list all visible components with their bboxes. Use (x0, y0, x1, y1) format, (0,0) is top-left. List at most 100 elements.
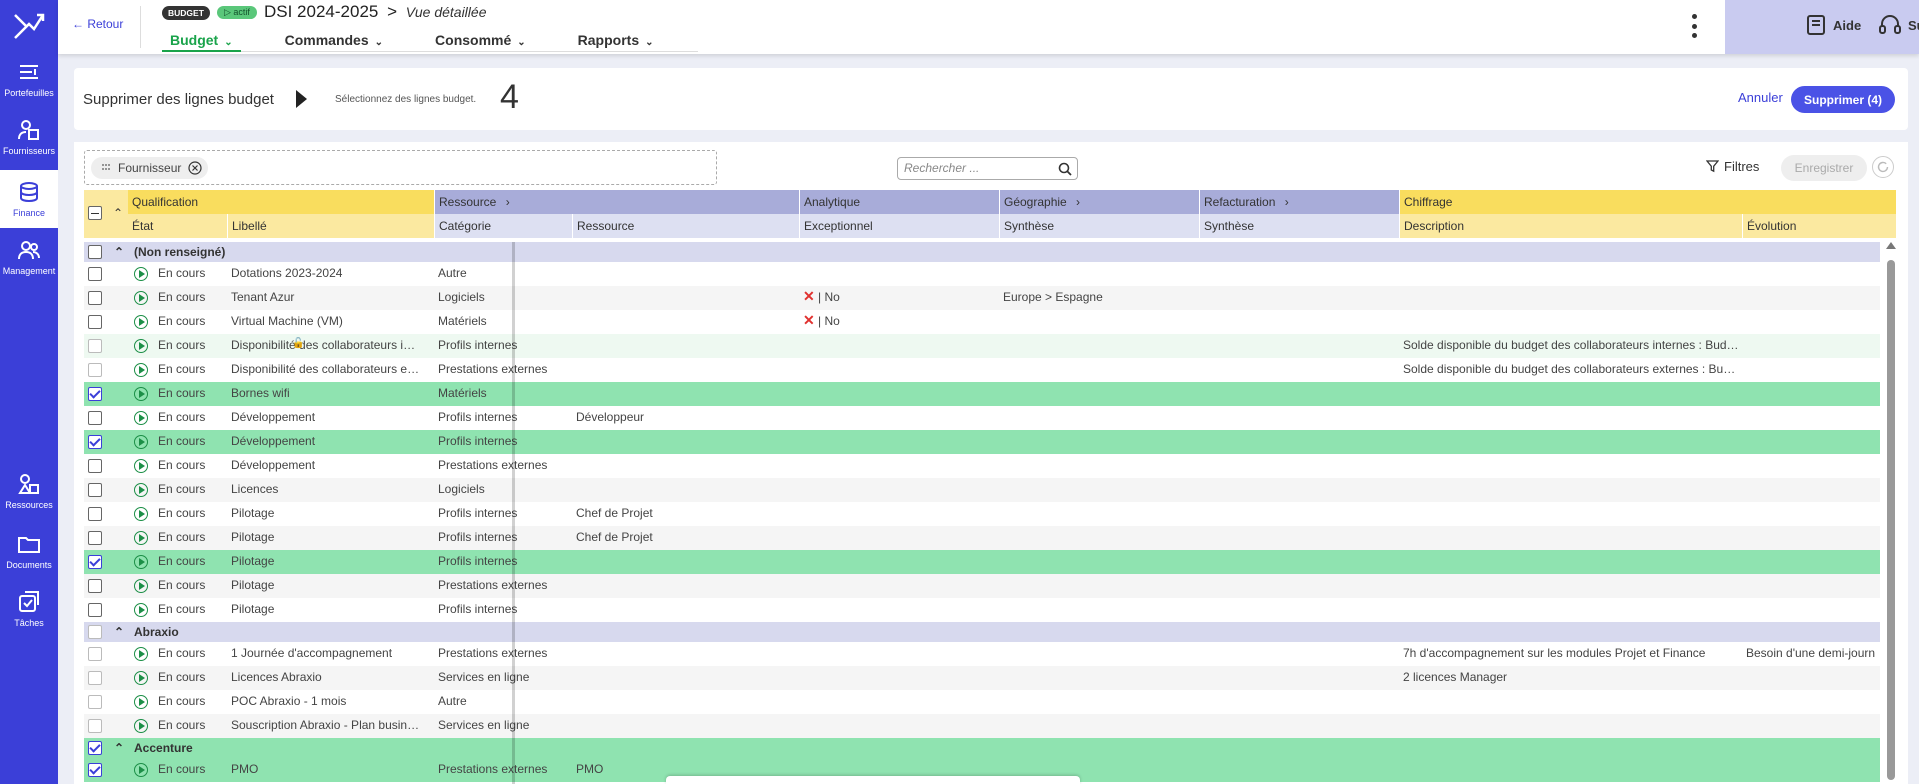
filters-button[interactable]: Filtres (1706, 159, 1759, 174)
drag-handle-icon[interactable] (101, 163, 111, 173)
group-row[interactable]: ⌃ Abraxio (84, 622, 1880, 642)
row-checkbox[interactable] (88, 267, 102, 281)
row-checkbox[interactable] (88, 647, 102, 661)
column-group-1: Ressource › (434, 190, 799, 214)
chevron-right-icon[interactable]: › (502, 195, 510, 209)
save-button[interactable]: Enregistrer (1781, 155, 1867, 181)
table-row[interactable]: En cours POC Abraxio - 1 mois Autre (84, 690, 1880, 714)
group-toggle-icon[interactable]: ⌃ (114, 242, 124, 259)
sidebar-item-documents[interactable]: Documents (0, 522, 58, 580)
table-row[interactable]: En cours Développement Profils internes Dév… (84, 406, 1880, 430)
row-checkbox[interactable] (88, 435, 102, 449)
row-checkbox[interactable] (88, 315, 102, 329)
column-header-8[interactable]: Évolution (1742, 214, 1896, 238)
sidebar-item-ressources[interactable]: Ressources (0, 462, 58, 520)
tab-budget[interactable]: Budget ⌄ (162, 30, 241, 52)
support-button[interactable]: Support (1878, 14, 1919, 36)
more-menu-icon[interactable] (1692, 14, 1698, 38)
tab-consommé[interactable]: Consommé ⌄ (427, 30, 534, 52)
search-icon[interactable] (1058, 162, 1072, 176)
column-header-7[interactable]: Description (1399, 214, 1742, 238)
row-checkbox[interactable] (88, 531, 102, 545)
sidebar-item-fournisseurs[interactable]: Fournisseurs (0, 108, 58, 166)
row-checkbox[interactable] (88, 459, 102, 473)
status-play-icon (134, 483, 148, 497)
sidebar-item-management[interactable]: Management (0, 228, 58, 286)
refresh-icon[interactable] (1872, 156, 1894, 178)
row-checkbox[interactable] (88, 579, 102, 593)
row-checkbox[interactable] (88, 507, 102, 521)
bottom-drawer[interactable] (666, 776, 1080, 784)
group-row[interactable]: ⌃ (Non renseigné) (84, 242, 1880, 262)
back-link[interactable]: ← Retour (72, 17, 123, 31)
table-row[interactable]: En cours Pilotage Profils internes (84, 550, 1880, 574)
row-checkbox[interactable] (88, 763, 102, 777)
cell-exceptionnel: | No (818, 290, 840, 304)
table-row[interactable]: En cours Pilotage Prestations externes (84, 574, 1880, 598)
table-row[interactable]: En cours Pilotage Profils internes Chef de … (84, 502, 1880, 526)
group-row[interactable]: ⌃ Accenture (84, 738, 1880, 758)
app-logo[interactable] (0, 0, 58, 52)
budget-badge: BUDGET (162, 6, 210, 20)
table-row[interactable]: En cours Souscription Abraxio - Plan busi… (84, 714, 1880, 738)
table-row[interactable]: En cours Disponibilité des collaborateurs… (84, 358, 1880, 382)
tab-commandes[interactable]: Commandes ⌄ (277, 30, 391, 52)
table-row[interactable]: En cours Virtual Machine (VM) Matériels ✕ | … (84, 310, 1880, 334)
column-header-6[interactable]: Synthèse (1199, 214, 1399, 238)
delete-button[interactable]: Supprimer (4) (1791, 86, 1895, 113)
table-row[interactable]: En cours Disponibilité des collaborateurs… (84, 334, 1880, 358)
sidebar-item-portefeuilles[interactable]: Portefeuilles (0, 50, 58, 108)
help-zone: Aide Support (1725, 0, 1919, 54)
group-toggle-icon[interactable]: ⌃ (114, 621, 124, 639)
vertical-scrollbar[interactable] (1886, 242, 1896, 784)
scroll-thumb[interactable] (1887, 260, 1895, 780)
row-checkbox[interactable] (88, 603, 102, 617)
help-button[interactable]: Aide (1805, 14, 1861, 36)
table-row[interactable]: En cours Dotations 2023-2024 Autre (84, 262, 1880, 286)
column-header-4[interactable]: Exceptionnel (799, 214, 999, 238)
column-header-0[interactable]: État (128, 214, 227, 238)
table-row[interactable]: En cours Développement Prestations externe… (84, 454, 1880, 478)
table-row[interactable]: En cours Pilotage Profils internes Chef de … (84, 526, 1880, 550)
cell-libelle: PMO (231, 762, 259, 776)
cell-categorie: Logiciels (438, 290, 485, 304)
row-checkbox[interactable] (88, 387, 102, 401)
chevron-right-icon[interactable]: › (1073, 195, 1080, 209)
tab-rapports[interactable]: Rapports ⌄ (570, 30, 662, 52)
scroll-up-icon[interactable] (1886, 242, 1896, 249)
table-row[interactable]: En cours Pilotage Profils internes (84, 598, 1880, 622)
sidebar-item-tâches[interactable]: Tâches (0, 580, 58, 638)
chevron-right-icon[interactable]: › (1281, 195, 1289, 209)
row-checkbox[interactable] (88, 483, 102, 497)
row-checkbox[interactable] (88, 339, 102, 353)
row-checkbox[interactable] (88, 245, 102, 259)
row-checkbox[interactable] (88, 695, 102, 709)
search-input[interactable]: Rechercher ... (897, 157, 1078, 180)
row-checkbox[interactable] (88, 625, 102, 639)
row-checkbox[interactable] (88, 411, 102, 425)
column-header-5[interactable]: Synthèse (999, 214, 1199, 238)
row-checkbox[interactable] (88, 741, 102, 755)
row-checkbox[interactable] (88, 555, 102, 569)
column-header-2[interactable]: Catégorie (434, 214, 572, 238)
column-header-1[interactable]: Libellé (227, 214, 434, 238)
group-toggle-icon[interactable]: ⌃ (114, 737, 124, 755)
row-checkbox[interactable] (88, 719, 102, 733)
sidebar-item-finance[interactable]: Finance (0, 170, 58, 228)
cell-categorie: Services en ligne (438, 670, 530, 684)
table-row[interactable]: En cours Développement Profils internes (84, 430, 1880, 454)
group-chip[interactable]: Fournisseur (91, 157, 209, 179)
table-row[interactable]: En cours Bornes wifi Matériels (84, 382, 1880, 406)
cell-categorie: Prestations externes (438, 646, 548, 660)
remove-chip-icon[interactable] (188, 161, 202, 175)
table-row[interactable]: En cours 1 Journée d'accompagnement Presta… (84, 642, 1880, 666)
row-checkbox[interactable] (88, 363, 102, 377)
cancel-button[interactable]: Annuler (1738, 90, 1783, 105)
table-row[interactable]: En cours Tenant Azur Logiciels ✕ | No Europe … (84, 286, 1880, 310)
column-header-3[interactable]: Ressource (572, 214, 799, 238)
table-row[interactable]: En cours Licences Logiciels (84, 478, 1880, 502)
group-by-zone[interactable]: Fournisseur (84, 150, 717, 185)
table-row[interactable]: En cours Licences Abraxio Services en lign… (84, 666, 1880, 690)
row-checkbox[interactable] (88, 671, 102, 685)
row-checkbox[interactable] (88, 291, 102, 305)
